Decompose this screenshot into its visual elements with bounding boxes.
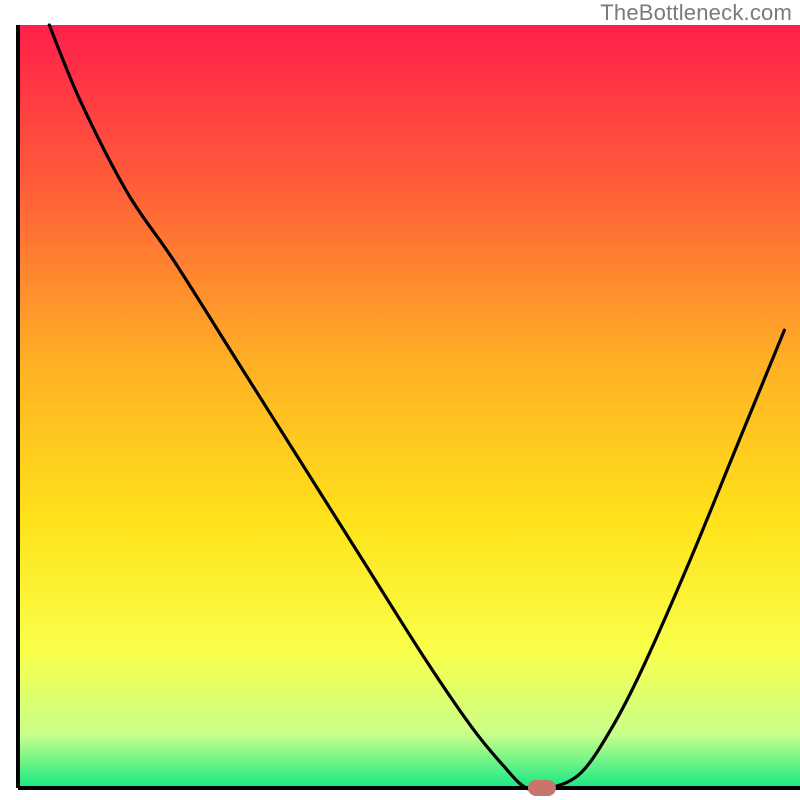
watermark-text: TheBottleneck.com — [600, 0, 792, 26]
optimum-marker — [528, 780, 556, 796]
bottleneck-chart: TheBottleneck.com — [0, 0, 800, 800]
chart-canvas — [0, 0, 800, 800]
plot-background — [18, 25, 800, 788]
